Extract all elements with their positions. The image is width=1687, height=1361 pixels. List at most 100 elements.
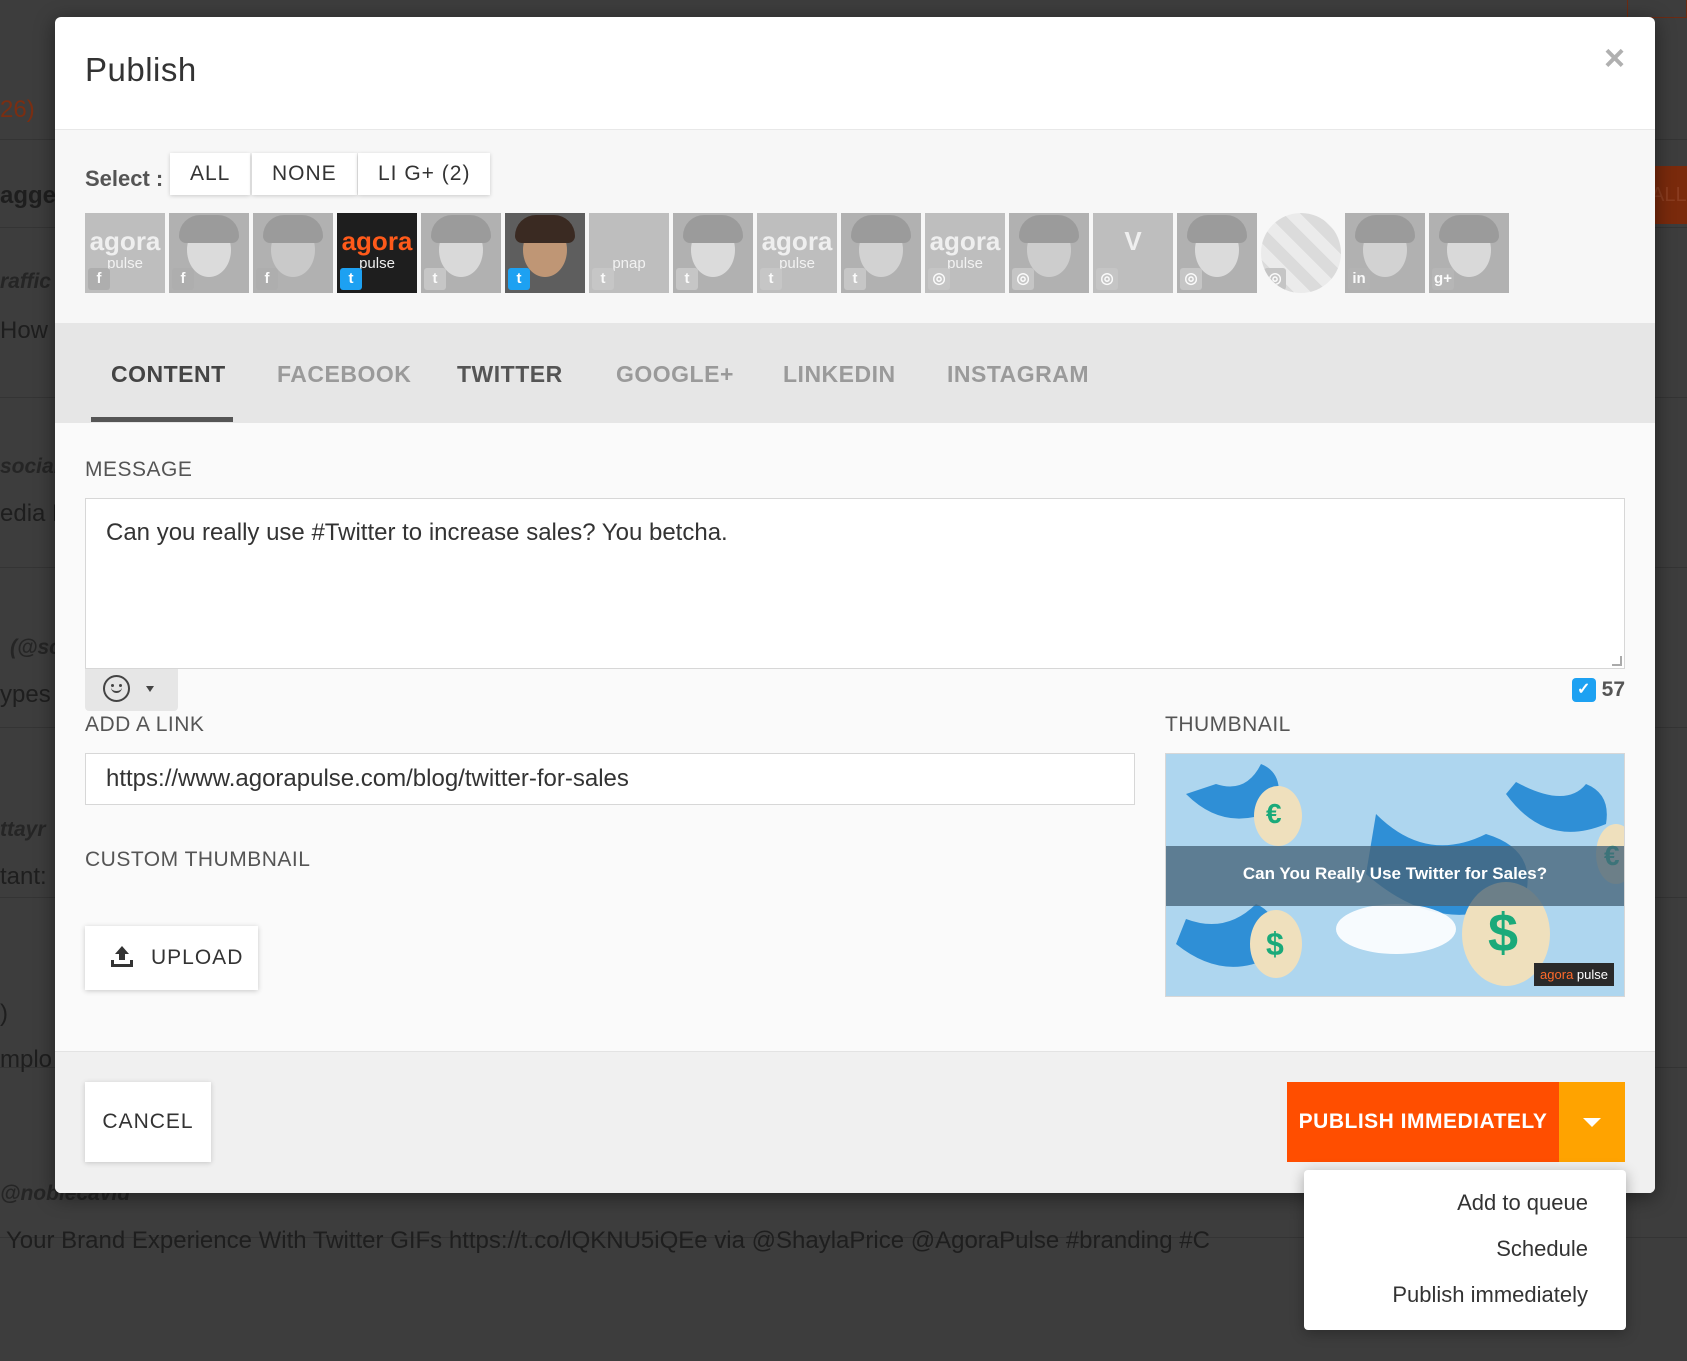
menu-item-add-to-queue[interactable]: Add to queue — [1304, 1180, 1626, 1226]
upload-button[interactable]: UPLOAD — [85, 926, 258, 990]
instagram-icon: ◎ — [928, 268, 950, 290]
background-text: Your Brand Experience With Twitter GIFs … — [6, 1227, 1210, 1254]
profile-avatar-twitter[interactable]: t — [841, 213, 921, 293]
profile-avatar-instagram[interactable]: ◎ — [1009, 213, 1089, 293]
publish-modal: Publish × Select : ALL NONE LI G+ (2) ag… — [55, 17, 1655, 1193]
modal-header: Publish × — [55, 17, 1655, 130]
select-label: Select : — [85, 166, 164, 191]
select-all-button[interactable]: ALL — [170, 153, 251, 195]
profile-logo-text: agora — [761, 226, 833, 256]
menu-item-schedule[interactable]: Schedule — [1304, 1226, 1626, 1272]
background-text: raffic — [0, 270, 51, 293]
twitter-icon: t — [592, 268, 614, 290]
background-text: ypes — [0, 681, 51, 708]
twitter-icon: t — [424, 268, 446, 290]
avatar-photo — [1439, 215, 1499, 243]
select-li-gplus-button[interactable]: LI G+ (2) — [358, 153, 491, 195]
profile-avatar-twitter[interactable]: agora pulse t — [337, 213, 417, 293]
character-counter: ✓ 57 — [1571, 678, 1625, 702]
link-thumbnail-image: € $ $ € Can You Really Use Twitter for S… — [1165, 753, 1625, 997]
upload-icon — [111, 946, 133, 967]
background-text: mplo — [0, 1046, 53, 1073]
tab-content[interactable]: CONTENT — [111, 361, 226, 388]
tab-instagram[interactable]: INSTAGRAM — [947, 361, 1089, 388]
twitter-icon: t — [844, 268, 866, 290]
profile-avatar-facebook[interactable]: f — [169, 213, 249, 293]
twitter-icon: ✓ — [1571, 678, 1596, 702]
twitter-icon: t — [508, 268, 530, 290]
background-text: 26) — [0, 96, 35, 123]
profile-logo-text: agora — [929, 226, 1001, 256]
resize-handle-icon[interactable] — [1612, 656, 1622, 666]
background-text: agge — [0, 182, 57, 209]
tab-twitter[interactable]: TWITTER — [457, 361, 563, 388]
background-text: ) — [0, 1000, 8, 1027]
background-text: ttayr — [0, 818, 46, 841]
avatar-photo — [1019, 215, 1079, 243]
link-input[interactable]: https://www.agorapulse.com/blog/twitter-… — [85, 753, 1135, 805]
facebook-icon: f — [88, 268, 110, 290]
select-none-button[interactable]: NONE — [252, 153, 357, 195]
instagram-icon: ◎ — [1264, 268, 1286, 290]
modal-title: Publish — [85, 51, 197, 88]
message-textarea[interactable]: Can you really use #Twitter to increase … — [85, 498, 1625, 669]
background-text: How t — [0, 317, 62, 344]
googleplus-icon: g+ — [1432, 268, 1454, 290]
caret-down-icon — [146, 686, 154, 692]
profile-avatar-googleplus[interactable]: g+ — [1429, 213, 1509, 293]
twitter-icon: t — [340, 268, 362, 290]
content-panel: MESSAGE Can you really use #Twitter to i… — [55, 423, 1655, 1051]
profile-logo-text: agora — [341, 226, 413, 256]
profile-avatar-twitter[interactable]: pnap t — [589, 213, 669, 293]
avatar-photo — [179, 215, 239, 243]
facebook-icon: f — [172, 268, 194, 290]
add-link-label: ADD A LINK — [85, 713, 205, 736]
profile-avatar-instagram[interactable]: V ◎ — [1093, 213, 1173, 293]
upload-label: UPLOAD — [151, 946, 244, 969]
avatar-photo — [263, 215, 323, 243]
tab-bar: CONTENT FACEBOOK TWITTER GOOGLE+ LINKEDI… — [55, 323, 1655, 423]
active-tab-indicator — [91, 417, 233, 422]
linkedin-icon: in — [1348, 268, 1370, 290]
twitter-icon: t — [676, 268, 698, 290]
cancel-button[interactable]: CANCEL — [85, 1082, 211, 1162]
background-text: (@sc — [10, 636, 61, 659]
message-text: Can you really use #Twitter to increase … — [106, 519, 728, 546]
profile-avatar-facebook[interactable]: agora pulse f — [85, 213, 165, 293]
instagram-icon: ◎ — [1012, 268, 1034, 290]
menu-item-publish-immediately[interactable]: Publish immediately — [1304, 1272, 1626, 1318]
profile-avatar-instagram[interactable]: ◎ — [1261, 213, 1341, 293]
background-text: tant: — [0, 863, 47, 890]
avatar-photo — [1187, 215, 1247, 243]
thumbnail-label: THUMBNAIL — [1165, 713, 1291, 736]
message-label: MESSAGE — [85, 458, 193, 481]
avatar-photo — [515, 215, 575, 243]
publish-options-menu: Add to queue Schedule Publish immediatel… — [1304, 1170, 1626, 1330]
instagram-icon: ◎ — [1096, 268, 1118, 290]
emoji-picker-button[interactable] — [85, 669, 178, 711]
smiley-icon — [103, 675, 130, 702]
publish-options-toggle[interactable] — [1559, 1082, 1625, 1162]
profile-avatar-twitter[interactable]: t — [673, 213, 753, 293]
profile-avatar-linkedin[interactable]: in — [1345, 213, 1425, 293]
profile-avatar-instagram[interactable]: agora pulse ◎ — [925, 213, 1005, 293]
background-all-button: ALL — [1651, 166, 1687, 224]
profile-avatar-twitter[interactable]: t — [421, 213, 501, 293]
profile-avatar-instagram[interactable]: ◎ — [1177, 213, 1257, 293]
avatar-photo — [431, 215, 491, 243]
avatar-photo — [683, 215, 743, 243]
thumbnail-brand-logo: agora pulse — [1534, 963, 1614, 986]
twitter-icon: t — [760, 268, 782, 290]
tab-googleplus[interactable]: GOOGLE+ — [616, 361, 734, 388]
publish-immediately-button[interactable]: PUBLISH IMMEDIATELY — [1287, 1082, 1559, 1162]
profile-avatar-twitter[interactable]: t — [505, 213, 585, 293]
profile-logo-text: agora — [89, 226, 161, 256]
profile-avatar-twitter[interactable]: agora pulse t — [757, 213, 837, 293]
tab-linkedin[interactable]: LINKEDIN — [783, 361, 896, 388]
caret-down-icon — [1583, 1118, 1601, 1127]
background-top-button — [1627, 0, 1687, 18]
close-icon[interactable]: × — [1604, 37, 1625, 79]
avatar-photo — [851, 215, 911, 243]
profile-avatar-facebook[interactable]: f — [253, 213, 333, 293]
tab-facebook[interactable]: FACEBOOK — [277, 361, 411, 388]
